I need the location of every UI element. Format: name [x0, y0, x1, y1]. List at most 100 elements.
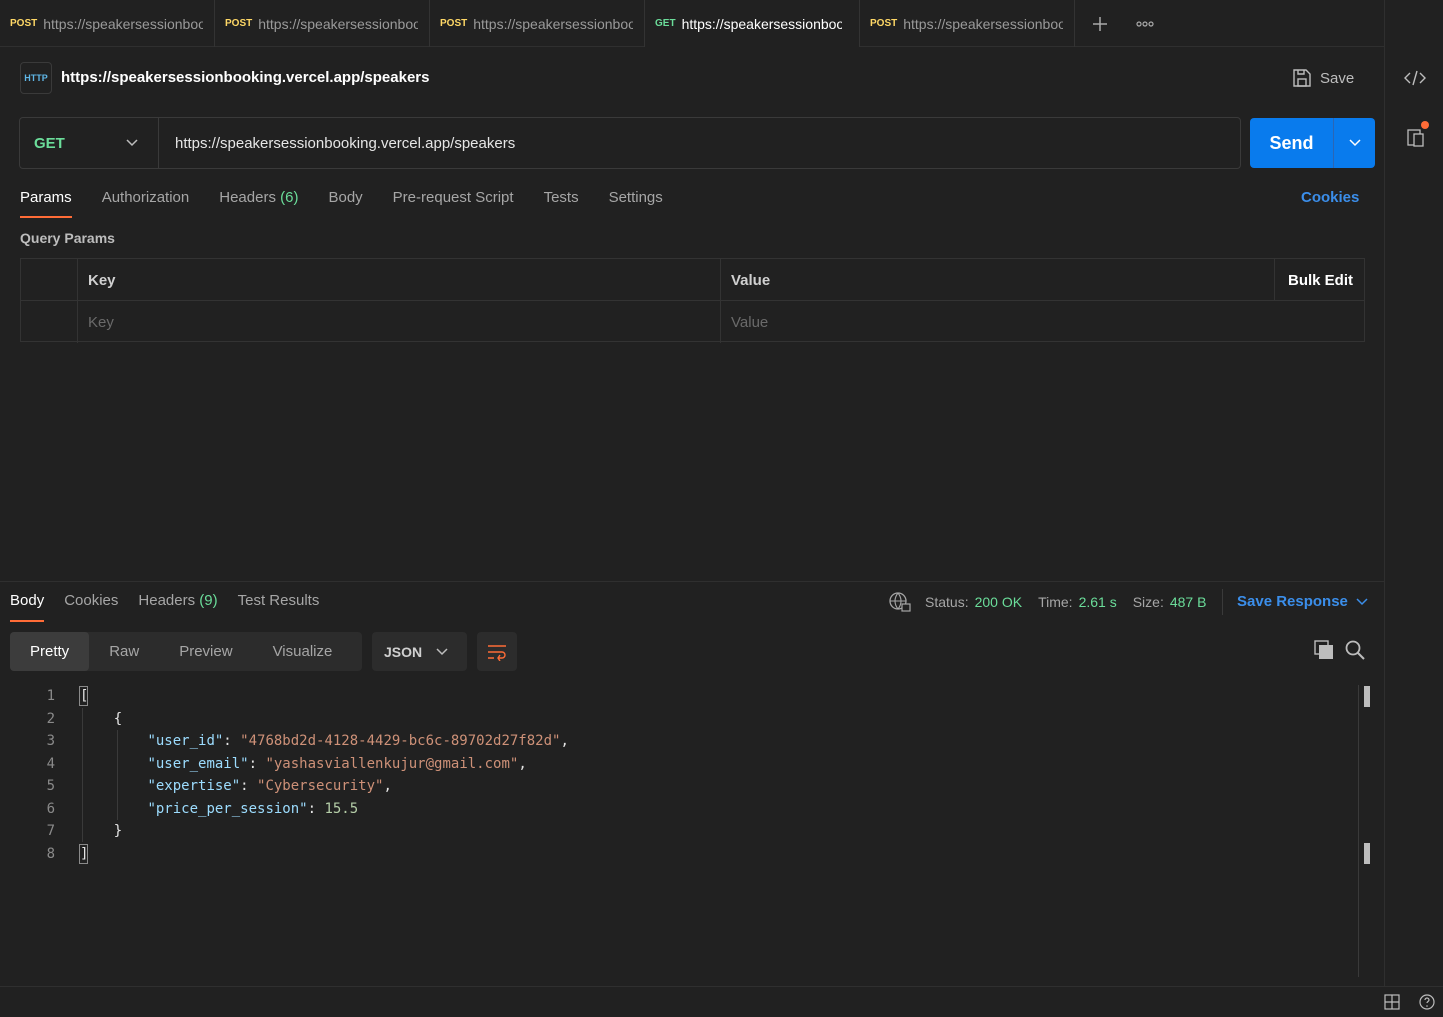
view-preview[interactable]: Preview: [159, 632, 252, 671]
tab-prerequest-script[interactable]: Pre-request Script: [393, 188, 514, 218]
code-snippet-button[interactable]: [1404, 68, 1426, 91]
line-number: 7: [46, 823, 55, 839]
request-title[interactable]: https://speakersessionbooking.vercel.app…: [61, 69, 429, 86]
json-value: "Cybersecurity": [257, 778, 384, 794]
more-tabs-button[interactable]: [1125, 0, 1165, 47]
tab-bar: POST https://speakersessionbooking.verce…: [0, 0, 1385, 47]
response-headers-label: Headers: [138, 592, 196, 609]
response-tab-cookies[interactable]: Cookies: [64, 592, 118, 622]
chevron-down-icon: [1348, 139, 1361, 147]
method-value: GET: [34, 134, 65, 152]
copy-button[interactable]: [1314, 640, 1334, 663]
save-button[interactable]: Save: [1292, 66, 1354, 90]
request-tab[interactable]: POST https://speakersessionbooking.verce…: [430, 0, 645, 47]
request-tab[interactable]: POST https://speakersessionbooking.verce…: [860, 0, 1075, 47]
key-input[interactable]: Key: [78, 301, 721, 343]
response-tab-test-results[interactable]: Test Results: [238, 592, 320, 622]
http-icon: HTTP: [20, 62, 52, 94]
tab-body[interactable]: Body: [328, 188, 362, 218]
tab-method: POST: [440, 18, 468, 29]
view-raw[interactable]: Raw: [89, 632, 159, 671]
request-tab[interactable]: POST https://speakersessionbooking.verce…: [0, 0, 215, 47]
line-number: 2: [46, 710, 55, 727]
save-label: Save: [1320, 69, 1355, 87]
table-row: Key Value: [21, 301, 1364, 343]
tab-authorization[interactable]: Authorization: [102, 188, 190, 218]
globe-icon[interactable]: [889, 592, 911, 612]
json-value: 15.5: [324, 800, 359, 817]
tab-headers[interactable]: Headers (6): [219, 188, 298, 218]
tab-headers-label: Headers: [219, 189, 276, 206]
scrollbar-marker[interactable]: [1364, 686, 1370, 707]
json-value: "4768bd2d-4128-4429-bc6c-89702d27f82d": [240, 733, 561, 749]
size-value[interactable]: 487 B: [1170, 594, 1207, 610]
code-line: 5 "expertise": "Cybersecurity",: [0, 775, 1360, 798]
scrollbar-marker[interactable]: [1364, 843, 1370, 864]
tab-url: https://speakersessionbooking.vercel.app: [43, 15, 204, 32]
indent-guide: [117, 730, 118, 820]
json-key: "user_id": [147, 733, 224, 749]
response-divider[interactable]: [0, 581, 1384, 582]
json-key: "user_email": [147, 755, 249, 772]
tab-url: https://speakersessionbooking.vercel.app: [258, 15, 419, 32]
view-pretty[interactable]: Pretty: [10, 632, 90, 671]
status-label: Status:: [925, 594, 969, 610]
documentation-button[interactable]: [1406, 120, 1430, 151]
layout-icon: [1384, 994, 1400, 1010]
right-sidebar: [1384, 0, 1443, 986]
status-value[interactable]: 200 OK: [975, 594, 1022, 610]
save-icon: [1293, 69, 1311, 87]
code-text: "expertise": "Cybersecurity",: [147, 778, 392, 794]
request-tab[interactable]: POST https://speakersessionbooking.verce…: [215, 0, 430, 47]
send-label[interactable]: Send: [1250, 118, 1334, 168]
query-params-table: Key Value Bulk Edit Key Value: [20, 258, 1365, 343]
response-tab-headers[interactable]: Headers (9): [138, 592, 217, 622]
tab-tests[interactable]: Tests: [544, 188, 579, 218]
json-key: "price_per_session": [147, 800, 308, 817]
response-status: Status: 200 OK Time: 2.61 s Size: 487 B: [889, 592, 1216, 612]
code-line: 2 {: [0, 708, 1360, 731]
new-tab-button[interactable]: [1075, 0, 1125, 47]
format-select[interactable]: JSON: [372, 632, 467, 671]
search-button[interactable]: [1345, 640, 1365, 663]
send-options-button[interactable]: [1334, 118, 1375, 168]
layout-toggle-button[interactable]: [1384, 994, 1400, 1013]
code-line: 7 }: [0, 820, 1360, 843]
tab-params[interactable]: Params: [20, 188, 72, 218]
line-number: 3: [46, 733, 55, 749]
code-line: 6 "price_per_session": 15.5: [0, 798, 1360, 821]
time-label: Time:: [1038, 594, 1073, 610]
help-button[interactable]: [1419, 994, 1435, 1013]
method-select[interactable]: GET: [20, 118, 159, 168]
json-key: "expertise": [147, 778, 241, 794]
value-input[interactable]: Value: [721, 301, 1364, 343]
tab-url: https://speakersessionbooking.vercel.app: [903, 15, 1064, 32]
request-tab-active[interactable]: GET https://speakersessionbooking.vercel…: [645, 0, 860, 47]
code-text: "user_email": "yashasviallenkujur@gmail.…: [147, 755, 527, 772]
size-label: Size:: [1132, 594, 1164, 610]
line-number: 1: [46, 688, 55, 704]
tab-settings[interactable]: Settings: [609, 188, 663, 218]
copy-icon: [1314, 640, 1333, 659]
line-number: 5: [46, 778, 55, 794]
bulk-edit-button[interactable]: Bulk Edit: [1275, 259, 1364, 301]
json-value: "yashasviallenkujur@gmail.com": [265, 755, 519, 772]
view-visualize[interactable]: Visualize: [253, 632, 353, 671]
cookies-link[interactable]: Cookies: [1301, 189, 1359, 206]
response-tab-body[interactable]: Body: [10, 592, 45, 622]
indent-guide: [82, 708, 83, 842]
save-response-button[interactable]: Save Response: [1237, 593, 1368, 610]
code-line: 8]: [0, 843, 1360, 866]
wrap-lines-button[interactable]: [477, 632, 517, 671]
http-icon-label: HTTP: [24, 73, 48, 83]
send-button[interactable]: Send: [1250, 118, 1375, 168]
time-value[interactable]: 2.61 s: [1079, 594, 1117, 610]
help-icon: [1419, 994, 1435, 1010]
response-body-editor[interactable]: 1[ 2 { 3 "user_id": "4768bd2d-4128-4429-…: [0, 685, 1360, 865]
save-response-label: Save Response: [1237, 593, 1348, 610]
tab-url: https://speakersessionbooking.vercel.app: [473, 15, 634, 32]
url-input[interactable]: https://speakersessionbooking.vercel.app…: [175, 135, 515, 152]
scrollbar-track[interactable]: [1358, 685, 1359, 977]
url-bar: GET https://speakersessionbooking.vercel…: [19, 117, 1241, 169]
document-icon: [1407, 121, 1429, 147]
